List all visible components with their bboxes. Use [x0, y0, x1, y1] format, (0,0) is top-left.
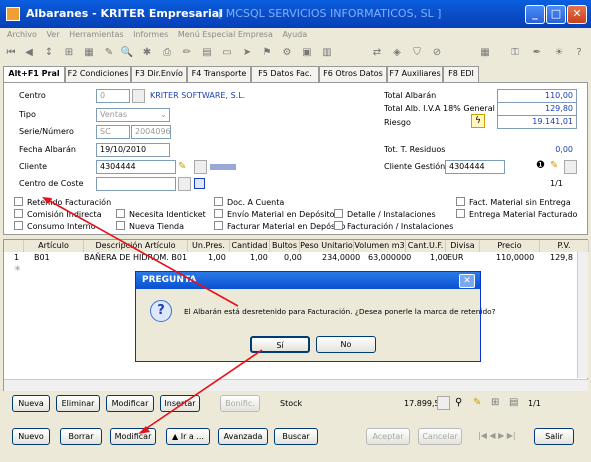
- arrow-to-modificar: [143, 349, 263, 431]
- arrow-to-retenido: [47, 199, 239, 307]
- annotation-arrows: [42, 197, 263, 434]
